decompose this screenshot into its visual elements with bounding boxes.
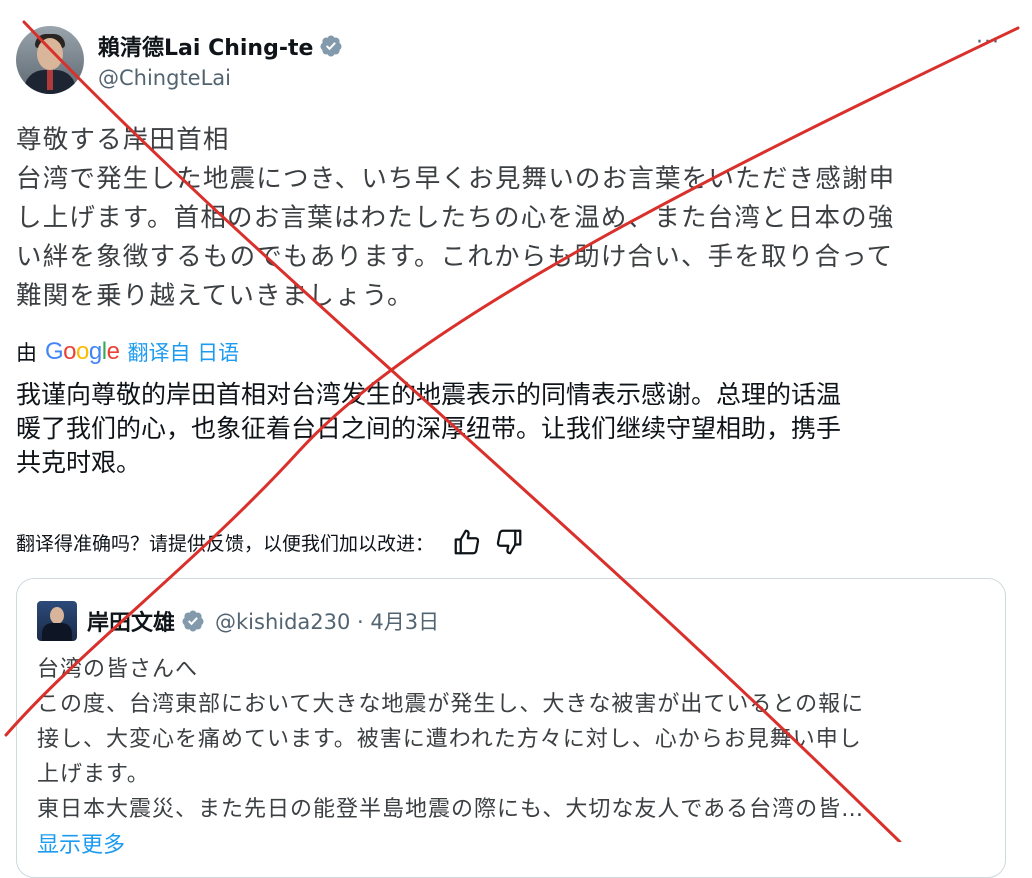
author-name[interactable]: 賴清德Lai Ching-te	[98, 30, 313, 62]
tweet-text: 尊敬する岸田首相 台湾で発生した地震につき、いち早くお見舞いのお言葉をいただき感…	[16, 121, 1006, 316]
thumbs-down-icon[interactable]	[494, 527, 524, 557]
quoted-line: 台湾の皆さんへ	[37, 657, 199, 682]
quoted-tweet-text: 台湾の皆さんへ この度、台湾東部において大きな地震が発生し、大きな被害が出ている…	[37, 652, 997, 827]
verified-badge-icon	[182, 610, 204, 632]
author-avatar[interactable]	[16, 26, 84, 94]
quoted-line: 接し、大変心を痛めています。被害に遭われた方々に対し、心からお見舞い申し	[37, 727, 862, 752]
tweet-line: 台湾で発生した地震につき、いち早くお見舞いのお言葉をいただき感謝申	[16, 164, 896, 194]
translated-from-link[interactable]: 翻译自 日语	[127, 337, 239, 367]
quoted-tweet-header: 岸田文雄 @kishida230 · 4月3日	[87, 605, 439, 637]
thumbs-up-icon[interactable]	[452, 527, 482, 557]
verified-badge-icon	[320, 35, 342, 57]
tweet-line: い絆を象徴するものでもあります。これからも助け合い、手を取り合って	[16, 242, 894, 272]
translated-line: 暖了我们的心，也象征着台日之间的深厚纽带。让我们继续守望相助，携手	[16, 414, 842, 443]
translated-text: 我谨向尊敬的岸田首相对台湾发生的地震表示的同情表示感谢。总理的话温 暖了我们的心…	[16, 378, 1006, 480]
quoted-handle-date[interactable]: @kishida230 · 4月3日	[215, 606, 439, 636]
translation-feedback: 翻译得准确吗？请提供反馈，以便我们加以改进：	[16, 527, 524, 557]
tweet-line: 尊敬する岸田首相	[16, 125, 230, 155]
more-horizontal-icon[interactable]: ···	[976, 30, 1000, 55]
translation-attribution: 由 Google 翻译自 日语	[16, 337, 239, 367]
tweet-container: 賴清德Lai Ching-te @ChingteLai ··· 尊敬する岸田首相…	[0, 0, 1032, 878]
quoted-line: 上げます。	[37, 762, 150, 787]
quoted-tweet-card[interactable]: 岸田文雄 @kishida230 · 4月3日 台湾の皆さんへ この度、台湾東部…	[16, 578, 1006, 878]
author-handle[interactable]: @ChingteLai	[98, 66, 231, 90]
tweet-line: 難関を乗り越えていきましょう。	[16, 281, 414, 311]
quoted-line: 東日本大震災、また先日の能登半島地震の際にも、大切な友人である台湾の皆…	[37, 797, 865, 822]
translated-by-label: 由	[16, 341, 37, 365]
feedback-prompt: 翻译得准确吗？请提供反馈，以便我们加以改进：	[16, 532, 435, 555]
translated-line: 共克时艰。	[16, 448, 142, 477]
show-more-link[interactable]: 显示更多	[37, 827, 125, 859]
translated-line: 我谨向尊敬的岸田首相对台湾发生的地震表示的同情表示感谢。总理的话温	[16, 380, 842, 409]
quoted-line: この度、台湾東部において大きな地震が発生し、大きな被害が出ているとの報に	[37, 692, 865, 717]
google-logo: Google	[45, 338, 120, 365]
quoted-author-name[interactable]: 岸田文雄	[87, 605, 175, 637]
quoted-author-avatar[interactable]	[37, 601, 77, 641]
tweet-line: し上げます。首相のお言葉はわたしたちの心を温め、また台湾と日本の強	[16, 203, 895, 233]
author-name-row: 賴清德Lai Ching-te	[98, 30, 343, 62]
